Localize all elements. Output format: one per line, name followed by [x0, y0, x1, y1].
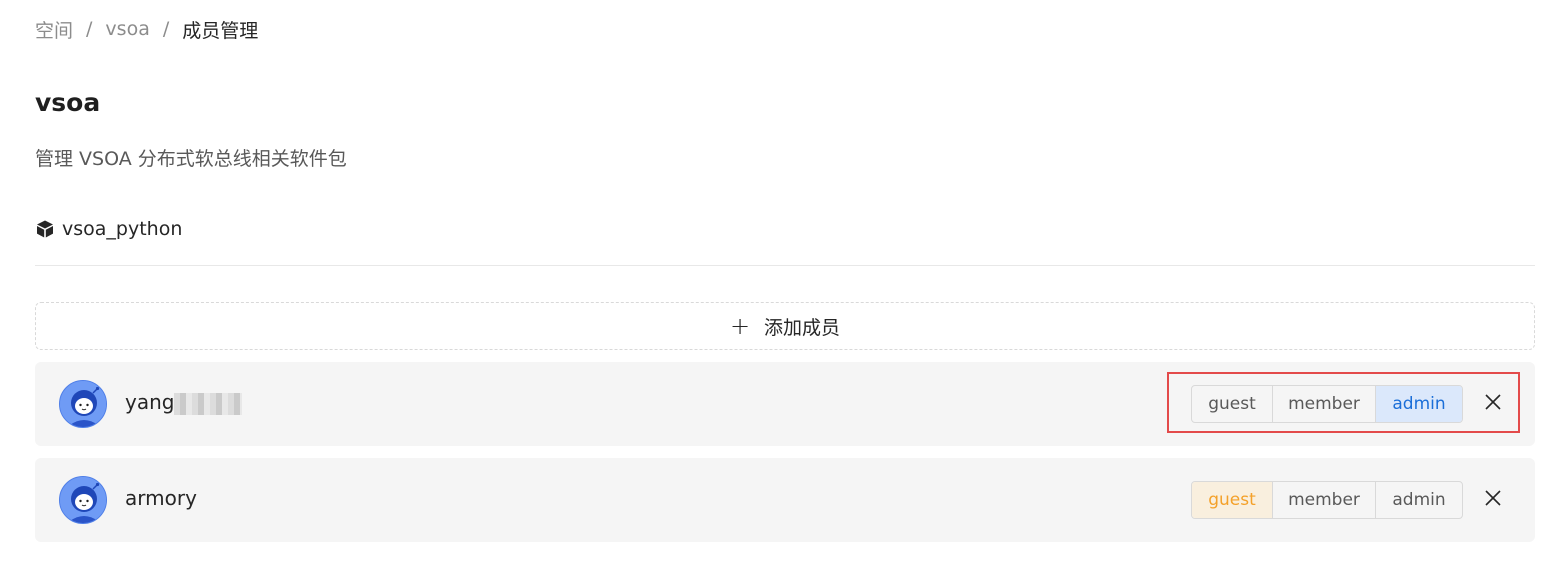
member-username-text: yang [125, 390, 175, 414]
role-selector: guest member admin [1191, 481, 1463, 519]
cube-icon [35, 219, 55, 239]
role-selector: guest member admin [1191, 385, 1463, 423]
member-username: armory [125, 486, 197, 510]
role-option-member[interactable]: member [1273, 386, 1376, 422]
member-card: armory guest member admin [35, 458, 1535, 542]
breadcrumb-item-current: 成员管理 [182, 19, 259, 42]
page-title: vsoa [35, 88, 101, 117]
divider [35, 265, 1535, 266]
role-option-admin[interactable]: admin [1376, 386, 1462, 422]
role-option-guest[interactable]: guest [1192, 482, 1273, 518]
role-option-admin[interactable]: admin [1376, 482, 1462, 518]
plus-icon: + [729, 312, 751, 340]
add-member-button[interactable]: + 添加成员 [35, 302, 1535, 350]
package-name-row: vsoa_python [35, 218, 182, 240]
close-icon[interactable] [1481, 390, 1505, 414]
member-card: yang guest member admin [35, 362, 1535, 446]
member-username: yang [125, 390, 243, 415]
robot-avatar [59, 380, 107, 428]
page-description: 管理 VSOA 分布式软总线相关软件包 [35, 148, 347, 170]
role-option-member[interactable]: member [1273, 482, 1376, 518]
breadcrumb-separator: / [162, 18, 170, 40]
breadcrumb-item-vsoa[interactable]: vsoa [105, 18, 149, 40]
robot-avatar [59, 476, 107, 524]
close-icon[interactable] [1481, 486, 1505, 510]
breadcrumb: 空间 / vsoa / 成员管理 [35, 15, 258, 43]
obscured-text [174, 392, 243, 415]
breadcrumb-item-space[interactable]: 空间 [35, 16, 73, 43]
add-member-label: 添加成员 [764, 316, 841, 339]
breadcrumb-separator: / [86, 18, 93, 40]
package-name: vsoa_python [62, 218, 183, 240]
role-option-guest[interactable]: guest [1192, 386, 1273, 422]
